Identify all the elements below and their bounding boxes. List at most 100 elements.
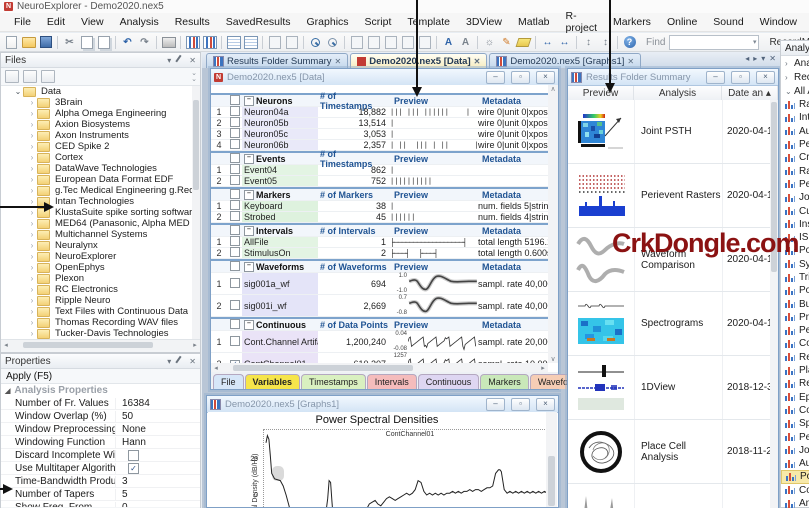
chevron-icon[interactable]: › bbox=[27, 153, 37, 162]
sheet-tab[interactable]: Markers bbox=[480, 374, 529, 389]
property-row[interactable]: Number of Tapers 5 bbox=[1, 488, 200, 501]
property-row[interactable]: Window Preprocessing None bbox=[1, 423, 200, 436]
tab-close-icon[interactable]: ✕ bbox=[474, 57, 481, 66]
row-checkbox[interactable] bbox=[229, 277, 240, 288]
zoom-out-icon[interactable] bbox=[325, 35, 340, 50]
row-checkbox[interactable] bbox=[229, 236, 240, 246]
copy-icon[interactable] bbox=[79, 35, 94, 50]
pin-icon[interactable] bbox=[175, 54, 186, 66]
analysis-type-item[interactable]: Ana bbox=[781, 497, 809, 508]
analysis-type-item[interactable]: Per bbox=[781, 178, 809, 191]
menu-item[interactable]: Help bbox=[805, 14, 809, 30]
property-row[interactable]: Windowing Function Hann bbox=[1, 436, 200, 449]
close-button[interactable]: × bbox=[536, 70, 555, 84]
document-tab[interactable]: Results Folder Summary ✕ bbox=[206, 53, 349, 68]
results-vertical-scrollbar[interactable] bbox=[770, 100, 778, 508]
menu-item[interactable]: Matlab bbox=[510, 14, 558, 30]
overflow-chevron-icon[interactable]: ⌄ ⌄ bbox=[191, 70, 197, 83]
tree-item[interactable]: › Plexon bbox=[1, 273, 200, 284]
chevron-icon[interactable]: › bbox=[27, 219, 37, 228]
row-checkbox[interactable] bbox=[229, 200, 240, 210]
table-view-icon[interactable] bbox=[226, 35, 241, 50]
result-row[interactable]: Spectrograms 2020-04-12 bbox=[568, 292, 770, 356]
tree-item[interactable]: › European Data Format EDF bbox=[1, 174, 200, 185]
property-checkbox[interactable] bbox=[128, 462, 139, 474]
property-row[interactable]: Show Freq. From 0 bbox=[1, 501, 200, 507]
chevron-down-icon[interactable]: ▾ bbox=[753, 38, 757, 46]
property-checkbox[interactable] bbox=[128, 449, 139, 461]
sheet-tab[interactable]: Intervals bbox=[366, 374, 417, 389]
table-row[interactable]: 1 Keyboard 38 | num. fields 5|strings| bbox=[211, 200, 548, 212]
menu-item[interactable]: R-project bbox=[558, 8, 606, 36]
property-row[interactable]: Time-Bandwidth Product 3 bbox=[1, 475, 200, 488]
zoom-in-icon[interactable] bbox=[308, 35, 323, 50]
menu-item[interactable]: Template bbox=[399, 14, 458, 30]
analysis-type-item[interactable]: Pla bbox=[781, 364, 809, 377]
result-row[interactable]: 1DView 2018-12-31 bbox=[568, 356, 770, 420]
menu-item[interactable]: Sound bbox=[705, 14, 751, 30]
row-checkbox[interactable] bbox=[229, 299, 240, 310]
collapse-icon[interactable]: – bbox=[244, 95, 254, 106]
row-checkbox[interactable] bbox=[229, 139, 240, 149]
table-section-header[interactable]: – Events # of Timestamps Preview Metadata bbox=[211, 149, 548, 169]
menu-item[interactable]: Markers bbox=[605, 14, 659, 30]
analyses-group[interactable]: › Rece bbox=[781, 70, 809, 84]
property-row[interactable]: Use Multitaper Algorithm bbox=[1, 462, 200, 475]
summary-chart-icon[interactable] bbox=[202, 35, 217, 50]
menu-item[interactable]: Edit bbox=[39, 14, 73, 30]
draw-icon[interactable]: ✎ bbox=[499, 35, 514, 50]
tab-prev-icon[interactable]: ◂ bbox=[745, 54, 749, 63]
table-row[interactable]: 2 ContChannel01 610,207 1257-1694 bbox=[211, 353, 548, 363]
chevron-icon[interactable]: › bbox=[27, 329, 37, 338]
chevron-icon[interactable]: › bbox=[27, 230, 37, 239]
close-icon[interactable]: ✕ bbox=[189, 357, 196, 366]
analysis-type-item[interactable]: Con bbox=[781, 337, 809, 350]
result-row[interactable]: Perievent Rasters 2020-04-12 bbox=[568, 164, 770, 228]
chart-view-icon[interactable] bbox=[185, 35, 200, 50]
grid-view-icon[interactable] bbox=[243, 35, 258, 50]
chevron-icon[interactable]: › bbox=[27, 142, 37, 151]
chevron-icon[interactable]: ⌄ bbox=[785, 87, 794, 96]
graph-vertical-scrollbar[interactable] bbox=[546, 412, 557, 507]
section-checkbox[interactable] bbox=[229, 224, 240, 235]
tree-item[interactable]: › Text Files with Continuous Data bbox=[1, 306, 200, 317]
analysis-type-item[interactable]: Rev bbox=[781, 377, 809, 390]
options-icon[interactable]: ☼ bbox=[482, 35, 497, 50]
close-button[interactable]: × bbox=[756, 70, 775, 84]
tree-item[interactable]: › 3Brain bbox=[1, 97, 200, 108]
chevron-icon[interactable]: › bbox=[27, 318, 37, 327]
redo-icon[interactable]: ↷ bbox=[137, 35, 152, 50]
menu-item[interactable]: 3DView bbox=[458, 14, 510, 30]
tree-item[interactable]: › KlustaSuite spike sorting software bbox=[1, 207, 200, 218]
table-row[interactable]: 1 Cont.Channel Artifact 1,200,240 0.04-0… bbox=[211, 331, 548, 353]
chevron-icon[interactable]: › bbox=[27, 208, 37, 217]
tree-item[interactable]: ⌄ Data bbox=[1, 86, 200, 97]
chevron-icon[interactable]: › bbox=[785, 73, 794, 82]
folder-options-icon[interactable] bbox=[41, 70, 55, 83]
result-row[interactable]: Waveform Comparison 2020-04-12 bbox=[568, 228, 770, 292]
property-row[interactable]: Number of Fr. Values 16384 bbox=[1, 397, 200, 410]
analyses-group[interactable]: › Anal bbox=[781, 56, 809, 70]
send-matlab-icon[interactable] bbox=[400, 35, 415, 50]
collapse-icon[interactable]: – bbox=[244, 225, 254, 236]
tree-item[interactable]: › RC Electronics bbox=[1, 284, 200, 295]
chevron-icon[interactable]: › bbox=[27, 307, 37, 316]
minimize-button[interactable]: – bbox=[706, 70, 725, 84]
pin-icon[interactable] bbox=[175, 355, 186, 367]
analysis-type-item[interactable]: Inst bbox=[781, 218, 809, 231]
sheet-tab[interactable]: Variables bbox=[244, 374, 301, 389]
save-file-icon[interactable] bbox=[38, 35, 53, 50]
table-row[interactable]: 3 Neuron05c 3,053 | wire 0|unit 0|xpos 8… bbox=[211, 128, 548, 140]
analysis-type-item[interactable]: Tria bbox=[781, 271, 809, 284]
chevron-icon[interactable]: › bbox=[27, 197, 37, 206]
menu-item[interactable]: Window bbox=[752, 14, 805, 30]
minimize-button[interactable]: – bbox=[486, 70, 505, 84]
analysis-type-item[interactable]: Spe bbox=[781, 417, 809, 430]
analysis-type-item[interactable]: Poi bbox=[781, 244, 809, 257]
sheet-tab[interactable]: Timestamps bbox=[301, 374, 366, 389]
new-file-icon[interactable] bbox=[4, 35, 19, 50]
analysis-type-item[interactable]: Cro bbox=[781, 151, 809, 164]
analysis-type-item[interactable]: Epo bbox=[781, 391, 809, 404]
tree-item[interactable]: › Ripple Neuro bbox=[1, 295, 200, 306]
table-row[interactable]: 1 Event04 862 | bbox=[211, 164, 548, 176]
